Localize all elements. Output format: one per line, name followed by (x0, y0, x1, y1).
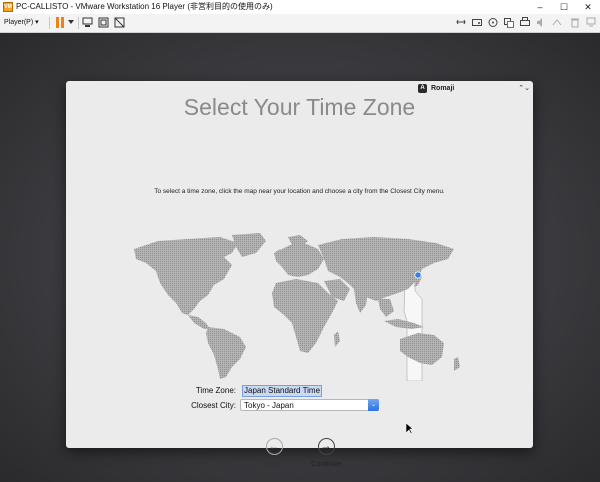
cd-icon[interactable] (488, 17, 498, 28)
player-menu[interactable]: Player(P) ▾ (4, 18, 39, 26)
page-title: Select Your Time Zone (183, 94, 416, 120)
continue-button[interactable]: → Continue (296, 438, 356, 468)
window-controls: – ☐ ✕ (528, 0, 600, 14)
southeast-asia (378, 299, 394, 317)
south-america (206, 327, 246, 379)
time-zone-field[interactable]: Japan Standard Time (242, 385, 323, 397)
input-source-label: Romaji (431, 85, 455, 92)
closest-city-select[interactable]: Tokyo - Japan ⌄ (240, 399, 379, 411)
usb-icon[interactable] (504, 17, 514, 28)
toolbar-separator (49, 17, 50, 29)
close-button[interactable]: ✕ (576, 0, 600, 14)
send-ctrl-alt-del-icon[interactable] (82, 17, 93, 28)
sound-icon[interactable] (536, 17, 546, 28)
installer-panel: A Romaji ⌃⌄ Select Your Time Zone To sele… (66, 81, 533, 468)
minimize-button[interactable]: – (528, 0, 552, 14)
trash-icon[interactable] (570, 17, 580, 28)
australia (400, 333, 444, 365)
chevron-down-icon[interactable] (68, 20, 74, 25)
selected-city-pin-icon (414, 271, 422, 279)
africa (272, 279, 338, 353)
chevron-down-icon[interactable]: ⌄ (368, 399, 379, 411)
madagascar (334, 331, 340, 347)
north-america (134, 237, 238, 315)
pause-icon[interactable] (56, 17, 65, 28)
maximize-button[interactable]: ☐ (552, 0, 576, 14)
india (354, 289, 368, 313)
window-titlebar: VM PC-CALLISTO - VMware Workstation 16 P… (0, 0, 600, 15)
back-label: Back (265, 459, 283, 468)
unity-icon[interactable] (114, 17, 125, 28)
back-button[interactable]: ← Back (244, 438, 304, 468)
greenland (232, 233, 266, 257)
continue-arrow-icon[interactable]: → (317, 438, 335, 455)
closest-city-label: Closest City: (191, 401, 236, 410)
network-icon[interactable] (456, 17, 466, 28)
toolbar-separator (78, 17, 79, 29)
europe (276, 243, 324, 277)
display-icon[interactable] (552, 17, 562, 28)
hdd-icon[interactable] (472, 17, 482, 28)
new-zealand (454, 357, 460, 371)
monitor-icon[interactable] (586, 17, 596, 28)
continue-label: Continue (310, 459, 342, 468)
back-arrow-icon[interactable]: ← (265, 438, 283, 455)
printer-icon[interactable] (520, 17, 530, 28)
mouse-cursor-icon (406, 423, 414, 435)
fit-guest-icon[interactable] (98, 17, 109, 28)
central-america (188, 315, 210, 329)
instructions-text: To select a time zone, click the map nea… (154, 188, 445, 195)
window-title: PC-CALLISTO - VMware Workstation 16 Play… (16, 2, 273, 11)
input-source-icon: A (418, 83, 427, 93)
world-time-zone-map[interactable] (128, 231, 474, 381)
time-zone-label: Time Zone: (195, 386, 236, 395)
vmware-app-icon: VM (3, 2, 13, 12)
vmware-toolbar: Player(P) ▾ (0, 14, 600, 33)
vm-display[interactable]: A Romaji ⌃⌄ Select Your Time Zone To sele… (0, 33, 600, 482)
closest-city-value: Tokyo - Japan (244, 401, 294, 410)
